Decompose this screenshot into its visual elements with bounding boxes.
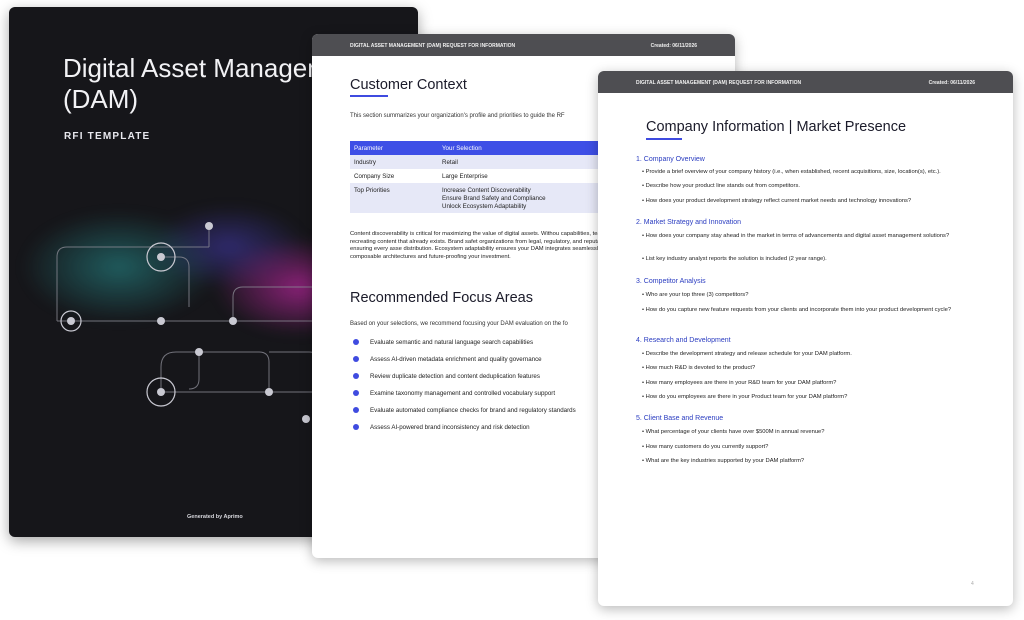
question-item: • How do you capture new feature request… xyxy=(642,307,952,313)
bullet-dot-icon xyxy=(353,390,359,396)
question-item: • How much R&D is devoted to the product… xyxy=(642,365,756,371)
table-header-parameter: Parameter xyxy=(354,145,383,152)
bullet-dot-icon xyxy=(353,356,359,362)
customer-context-paragraph: Content discoverability is critical for … xyxy=(350,231,638,260)
cover-subtitle: RFI TEMPLATE xyxy=(64,131,151,142)
bullet-dot-icon xyxy=(353,407,359,413)
header-doc-title: DIGITAL ASSET MANAGEMENT (DAM) REQUEST F… xyxy=(636,79,802,86)
page-header: DIGITAL ASSET MANAGEMENT (DAM) REQUEST F… xyxy=(598,71,1013,93)
table-header-selection: Your Selection xyxy=(442,145,482,152)
company-information-page: DIGITAL ASSET MANAGEMENT (DAM) REQUEST F… xyxy=(598,71,1013,606)
section-title: 2. Market Strategy and Innovation xyxy=(636,219,742,226)
cover-footer: Generated by Aprimo xyxy=(187,514,243,520)
table-cell-value: Retail xyxy=(442,159,458,166)
question-item: • List key industry analyst reports the … xyxy=(642,256,827,262)
page-number: 4 xyxy=(971,581,974,587)
question-item: • Who are your top three (3) competitors… xyxy=(642,292,749,298)
header-doc-title: DIGITAL ASSET MANAGEMENT (DAM) REQUEST F… xyxy=(350,42,516,49)
table-cell-value: Large Enterprise xyxy=(442,173,488,180)
table-cell-value: Increase Content Discoverability Ensure … xyxy=(442,187,546,210)
heading-underline xyxy=(646,138,682,140)
question-item: • How does your company stay ahead in th… xyxy=(642,233,950,239)
bullet-dot-icon xyxy=(353,424,359,430)
bullet-dot-icon xyxy=(353,373,359,379)
table-cell-parameter: Top Priorities xyxy=(354,187,390,194)
question-item: • Provide a brief overview of your compa… xyxy=(642,169,941,175)
section-heading-customer-context: Customer Context xyxy=(350,77,467,93)
bullet-dot-icon xyxy=(353,339,359,345)
section-title: 5. Client Base and Revenue xyxy=(636,415,724,422)
section-title: 4. Research and Development xyxy=(636,337,731,344)
question-item: • Describe how your product line stands … xyxy=(642,183,800,189)
section-heading-focus-areas: Recommended Focus Areas xyxy=(350,290,533,306)
header-created-date: Created: 06/11/2026 xyxy=(650,42,697,49)
section-title: 1. Company Overview xyxy=(636,156,705,163)
page-title: Company Information | Market Presence xyxy=(646,119,907,135)
question-item: • Describe the development strategy and … xyxy=(642,351,852,357)
question-item: • How many employees are there in your R… xyxy=(642,380,837,386)
table-cell-parameter: Company Size xyxy=(354,173,395,180)
header-created-date: Created: 06/11/2026 xyxy=(928,79,975,86)
question-item: • How do you employees are there in your… xyxy=(642,394,848,400)
heading-underline xyxy=(350,95,388,97)
focus-areas-intro: Based on your selections, we recommend f… xyxy=(350,321,568,327)
question-item: • What percentage of your clients have o… xyxy=(642,429,825,435)
table-cell-parameter: Industry xyxy=(354,159,377,166)
customer-context-intro: This section summarizes your organizatio… xyxy=(350,113,565,119)
question-item: • How does your product development stra… xyxy=(642,198,912,204)
question-item: • How many customers do you currently su… xyxy=(642,444,769,450)
section-title: 3. Competitor Analysis xyxy=(636,278,706,285)
page-header: DIGITAL ASSET MANAGEMENT (DAM) REQUEST F… xyxy=(312,34,735,56)
question-item: • What are the key industries supported … xyxy=(642,458,805,464)
